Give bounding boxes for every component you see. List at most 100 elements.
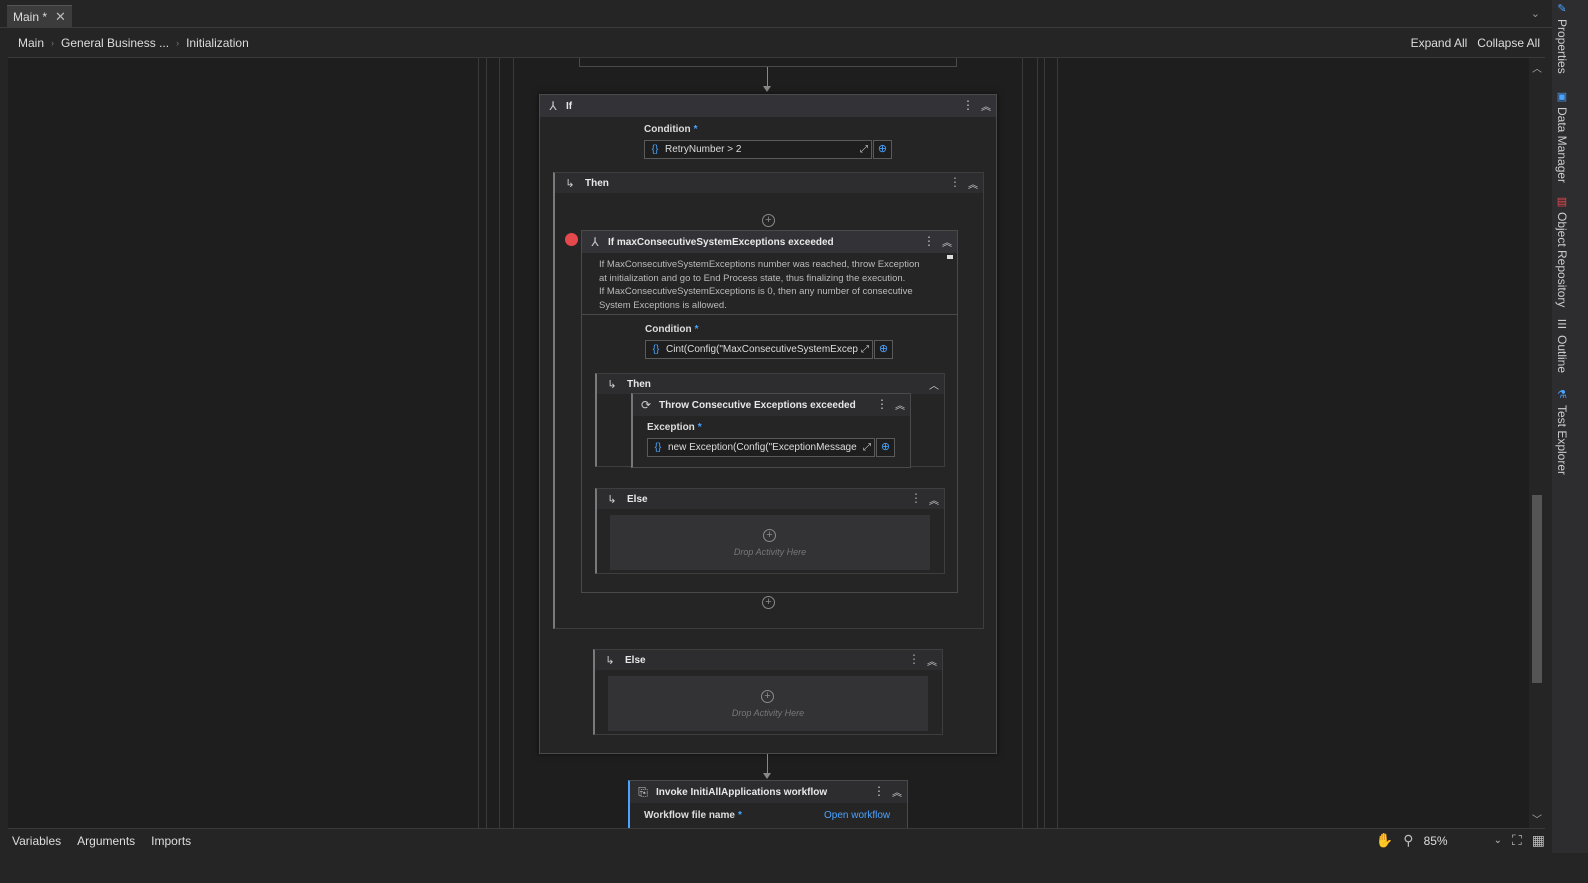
status-bar bbox=[0, 853, 1588, 883]
breadcrumb-item-initialization[interactable]: Initialization bbox=[182, 36, 253, 50]
chevron-down-icon[interactable]: ⌄ bbox=[1531, 7, 1540, 20]
collapse-icon[interactable]: ︽ bbox=[929, 492, 939, 507]
breakpoint-icon[interactable] bbox=[565, 233, 578, 246]
plus-circle-icon[interactable]: ⊕ bbox=[876, 438, 895, 457]
inner-else-header[interactable]: ↳ Else ⋮ ︽ bbox=[597, 489, 944, 509]
drop-zone[interactable]: + Drop Activity Here bbox=[608, 676, 928, 731]
tab-variables[interactable]: Variables bbox=[8, 834, 69, 848]
plus-circle-icon[interactable]: ⊕ bbox=[874, 340, 893, 359]
inner-if-title: If maxConsecutiveSystemExceptions exceed… bbox=[608, 236, 834, 248]
collapse-icon[interactable]: ︽ bbox=[927, 653, 937, 668]
more-options-icon[interactable]: ⋮ bbox=[962, 98, 974, 112]
inner-if-activity[interactable]: ⅄ If maxConsecutiveSystemExceptions exce… bbox=[581, 230, 958, 593]
required-marker: * bbox=[737, 810, 742, 821]
collapse-icon[interactable]: ︽ bbox=[968, 176, 978, 191]
inner-then-header[interactable]: ↳ Then ︿ bbox=[597, 374, 944, 394]
branch-arrow-icon: ↳ bbox=[607, 378, 617, 391]
annotation-line: If MaxConsecutiveSystemExceptions number… bbox=[599, 259, 920, 270]
inner-else-branch[interactable]: ↳ Else ⋮ ︽ + Drop Activity Here bbox=[595, 488, 945, 574]
if-activity-title: If bbox=[566, 100, 573, 112]
sequence-guide-line bbox=[478, 58, 479, 828]
then-branch-header[interactable]: ↳ Then ⋮ ︽ bbox=[555, 173, 983, 193]
annotation-line: at initialization and go to End Process … bbox=[599, 272, 906, 284]
close-icon[interactable]: ✕ bbox=[55, 9, 66, 25]
inner-condition-input[interactable]: {} Cint(Config("MaxConsecutiveSystemExce… bbox=[645, 340, 873, 359]
invoke-activity-header[interactable]: ⎘ Invoke InitiAllApplications workflow ⋮… bbox=[630, 781, 907, 803]
side-tab-data-manager[interactable]: ▣ Data Manager bbox=[1555, 90, 1569, 183]
condition-label: Condition * bbox=[645, 324, 699, 335]
tab-main[interactable]: Main * ✕ bbox=[7, 5, 72, 28]
throw-activity-header[interactable]: ⟳ Throw Consecutive Exceptions exceeded … bbox=[633, 394, 910, 416]
side-tab-label: Test Explorer bbox=[1555, 405, 1569, 476]
search-zoom-icon[interactable]: ⚲ bbox=[1403, 832, 1413, 849]
more-options-icon[interactable]: ⋮ bbox=[908, 652, 920, 666]
condition-label-text: Condition bbox=[645, 324, 692, 335]
collapse-all-button[interactable]: Collapse All bbox=[1477, 36, 1540, 50]
chevron-down-icon[interactable]: ⌄ bbox=[1494, 835, 1502, 846]
side-tab-object-repository[interactable]: ▤ Object Repository bbox=[1555, 195, 1569, 307]
then-branch[interactable]: ↳ Then ⋮ ︽ + ⅄ If maxConsecutiveSystemEx… bbox=[553, 172, 984, 629]
document-tab-bar: Main * ✕ ⌄ bbox=[0, 0, 1552, 28]
database-icon: ▣ bbox=[1555, 90, 1568, 103]
plus-circle-icon[interactable]: ⊕ bbox=[873, 140, 892, 159]
collapse-up-icon[interactable]: ︿ bbox=[929, 377, 939, 392]
expand-all-button[interactable]: Expand All bbox=[1411, 36, 1468, 50]
fit-to-screen-icon[interactable]: ⛶ bbox=[1512, 832, 1522, 849]
side-tab-properties[interactable]: ✎ Properties bbox=[1555, 2, 1569, 74]
tab-arguments[interactable]: Arguments bbox=[69, 834, 143, 848]
collapse-icon[interactable]: ︽ bbox=[895, 397, 905, 412]
more-options-icon[interactable]: ⋮ bbox=[910, 491, 922, 505]
add-activity-icon[interactable]: + bbox=[762, 214, 775, 227]
expand-editor-icon[interactable]: ⤢ bbox=[858, 344, 872, 355]
sequence-guide-line bbox=[513, 58, 514, 828]
else-branch[interactable]: ↳ Else ⋮ ︽ + Drop Activity Here bbox=[593, 649, 943, 735]
hand-pan-icon[interactable]: ✋ bbox=[1376, 832, 1393, 849]
invoke-workflow-activity[interactable]: ⎘ Invoke InitiAllApplications workflow ⋮… bbox=[628, 780, 908, 828]
throw-icon: ⟳ bbox=[640, 398, 652, 412]
breadcrumb-item-main[interactable]: Main bbox=[14, 36, 48, 50]
else-branch-header[interactable]: ↳ Else ⋮ ︽ bbox=[595, 650, 942, 670]
add-activity-icon[interactable]: + bbox=[761, 690, 774, 703]
tab-imports[interactable]: Imports bbox=[143, 834, 199, 848]
condition-input[interactable]: {} RetryNumber > 2 ⤢ bbox=[644, 140, 872, 159]
open-workflow-link[interactable]: Open workflow bbox=[824, 810, 890, 821]
breadcrumb-item-general-business[interactable]: General Business ... bbox=[57, 36, 173, 50]
throw-activity[interactable]: ⟳ Throw Consecutive Exceptions exceeded … bbox=[631, 393, 911, 468]
branch-arrow-icon: ↳ bbox=[605, 654, 615, 667]
arrow-down-icon bbox=[763, 773, 771, 779]
more-options-icon[interactable]: ⋮ bbox=[923, 234, 935, 248]
expand-editor-icon[interactable]: ⤢ bbox=[860, 442, 874, 453]
side-tab-outline[interactable]: ☰ Outline bbox=[1555, 318, 1569, 373]
pin-icon[interactable] bbox=[947, 255, 953, 259]
if-activity-header[interactable]: ⅄ If ⋮ ︽ bbox=[540, 95, 996, 117]
chevron-down-icon[interactable]: ﹀ bbox=[1532, 811, 1542, 826]
more-options-icon[interactable]: ⋮ bbox=[949, 175, 961, 189]
invoke-title: Invoke InitiAllApplications workflow bbox=[656, 786, 828, 798]
scrollbar-thumb[interactable] bbox=[1532, 495, 1542, 683]
overview-icon[interactable]: ▦ bbox=[1532, 832, 1545, 849]
collapse-icon[interactable]: ︽ bbox=[981, 98, 991, 113]
expand-editor-icon[interactable]: ⤢ bbox=[857, 144, 871, 155]
add-activity-icon[interactable]: + bbox=[762, 596, 775, 609]
previous-activity[interactable] bbox=[579, 58, 957, 67]
exception-input[interactable]: {} new Exception(Config("ExceptionMessag… bbox=[647, 438, 875, 457]
collapse-icon[interactable]: ︽ bbox=[892, 784, 902, 799]
inner-if-header[interactable]: ⅄ If maxConsecutiveSystemExceptions exce… bbox=[582, 231, 957, 253]
sequence-guide-line bbox=[486, 58, 487, 828]
zoom-level[interactable]: 85% bbox=[1424, 834, 1484, 848]
side-tab-label: Data Manager bbox=[1555, 107, 1569, 184]
connector-line bbox=[767, 754, 768, 774]
designer-canvas[interactable]: ⅄ If ⋮ ︽ Condition * {} RetryNumber > 2 ⤢… bbox=[8, 58, 1529, 828]
drop-zone[interactable]: + Drop Activity Here bbox=[610, 515, 930, 570]
bottom-bar: Variables Arguments Imports ✋ ⚲ 85% ⌄ ⛶ … bbox=[8, 828, 1545, 853]
more-options-icon[interactable]: ⋮ bbox=[876, 397, 888, 411]
inner-then-branch[interactable]: ↳ Then ︿ ⟳ Throw Consecutive Exceptions … bbox=[595, 373, 945, 468]
more-options-icon[interactable]: ⋮ bbox=[873, 784, 885, 798]
side-panel: ✎ Properties ▣ Data Manager ▤ Object Reposi… bbox=[1552, 0, 1588, 883]
side-tab-test-explorer[interactable]: ⚗ Test Explorer bbox=[1555, 388, 1569, 475]
chevron-up-icon[interactable]: ︿ bbox=[1532, 60, 1542, 75]
collapse-icon[interactable]: ︽ bbox=[942, 234, 952, 249]
if-activity[interactable]: ⅄ If ⋮ ︽ Condition * {} RetryNumber > 2 ⤢… bbox=[539, 94, 997, 754]
add-activity-icon[interactable]: + bbox=[763, 529, 776, 542]
vertical-scrollbar[interactable]: ︿ ﹀ bbox=[1529, 58, 1545, 828]
